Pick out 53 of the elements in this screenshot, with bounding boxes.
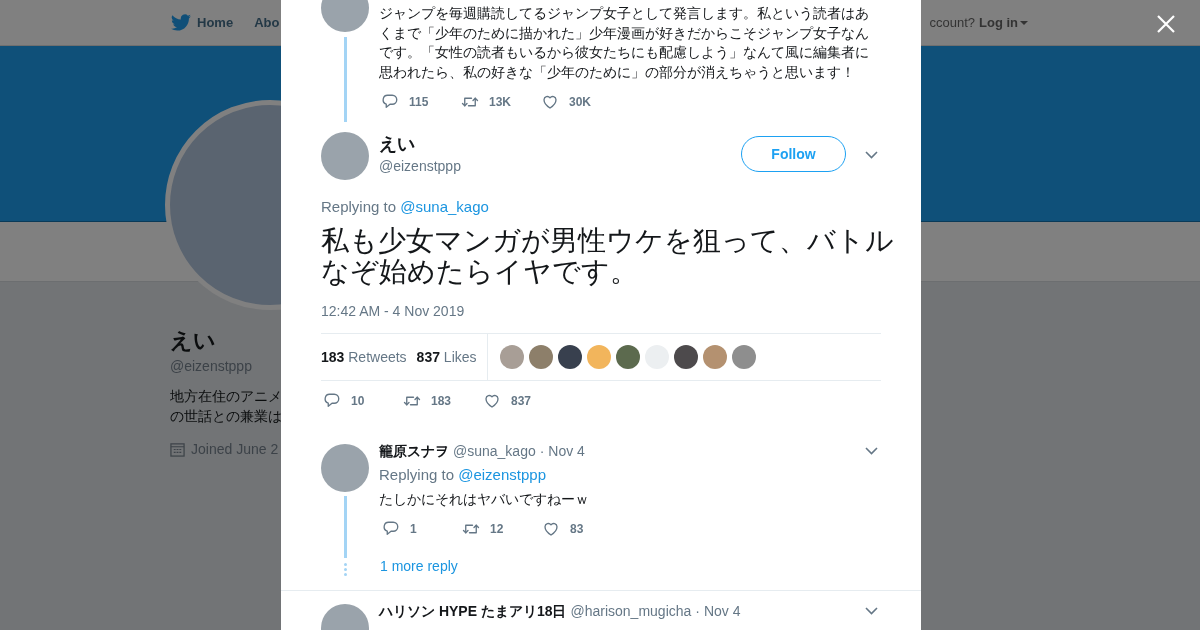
tweet-timestamp[interactable]: 12:42 AM - 4 Nov 2019 <box>321 301 881 321</box>
tweet-text: たしかにそれはヤバいですねーｗ <box>379 490 590 509</box>
tweet-date[interactable]: · Nov 4 <box>539 440 585 462</box>
caret-icon <box>1020 20 1028 25</box>
like-count: 837 <box>511 393 532 410</box>
profile-name: えい <box>170 328 216 354</box>
reply-icon[interactable] <box>381 93 399 111</box>
home-link[interactable]: Home <box>197 12 234 33</box>
retweet-count: 13K <box>489 94 511 111</box>
close-icon[interactable] <box>1157 15 1175 33</box>
liker-avatar[interactable] <box>557 345 582 369</box>
reply-count: 115 <box>409 94 429 111</box>
bio-text: の世話との兼業は <box>170 407 282 426</box>
account-prompt: ccount? <box>929 13 975 32</box>
login-link[interactable]: Log in <box>979 12 1028 33</box>
like-icon[interactable] <box>541 93 559 111</box>
like-count: 83 <box>570 521 584 538</box>
mention-link[interactable]: @eizenstppp <box>458 466 546 483</box>
about-link[interactable]: Abo <box>254 12 280 33</box>
user-name[interactable]: えい <box>379 132 461 156</box>
user-handle[interactable]: @suna_kago <box>453 440 536 462</box>
liker-avatar[interactable] <box>673 345 698 369</box>
mention-link[interactable]: @suna_kago <box>400 198 489 215</box>
user-name[interactable]: 籠原スナヲ <box>379 440 449 462</box>
tweet-text: ジャンプを毎週購読してるジャンプ女子として発言します。私という読者はあくまで「少年のために描かれた」少年漫画が好きだからこそジャンプ女子なんです。「女性の読者もいるから彼女たちにも配慮しよう」なんて風に編集者に思われたら、私の好きな「少年のために」の部分が消えちゃうと思います！ <box>379 5 870 82</box>
like-count: 30K <box>569 94 591 111</box>
chevron-down-icon[interactable] <box>865 607 878 615</box>
reply-count: 10 <box>351 393 365 410</box>
bio-text: 地方在住のアニメ <box>170 387 282 406</box>
retweets-stat-link[interactable]: 183 Retweets <box>321 346 407 368</box>
user-handle[interactable]: @harison_mugicha <box>570 600 692 622</box>
tweet-text: 私も少女マンガが男性ウケを狙って、バトルなぞ始めたらイヤです。 <box>321 225 895 287</box>
replying-to-text: Replying to @suna_kago <box>321 197 490 217</box>
reply-icon[interactable] <box>382 520 400 538</box>
user-name[interactable]: ハリソン HYPE たまアリ18日 <box>379 600 567 622</box>
chevron-down-icon[interactable] <box>865 151 878 159</box>
likes-stat-link[interactable]: 837 Likes <box>416 346 477 368</box>
like-icon[interactable] <box>542 520 560 538</box>
reply-count: 1 <box>410 521 417 538</box>
liker-avatar[interactable] <box>615 345 640 369</box>
calendar-icon <box>170 442 185 457</box>
like-icon[interactable] <box>483 392 501 410</box>
tweet-date[interactable]: · Nov 4 <box>695 600 741 622</box>
user-handle[interactable]: @eizenstppp <box>379 156 461 176</box>
more-replies-dots-icon <box>343 563 347 576</box>
more-replies-link[interactable]: 1 more reply <box>380 556 458 576</box>
retweet-count: 183 <box>431 393 452 410</box>
avatar[interactable] <box>321 132 369 180</box>
retweet-count: 12 <box>490 521 504 538</box>
replying-to-text: Replying to @eizenstppp <box>379 465 547 485</box>
avatar[interactable] <box>321 444 369 492</box>
chevron-down-icon[interactable] <box>865 447 878 455</box>
reply-icon[interactable] <box>323 392 341 410</box>
